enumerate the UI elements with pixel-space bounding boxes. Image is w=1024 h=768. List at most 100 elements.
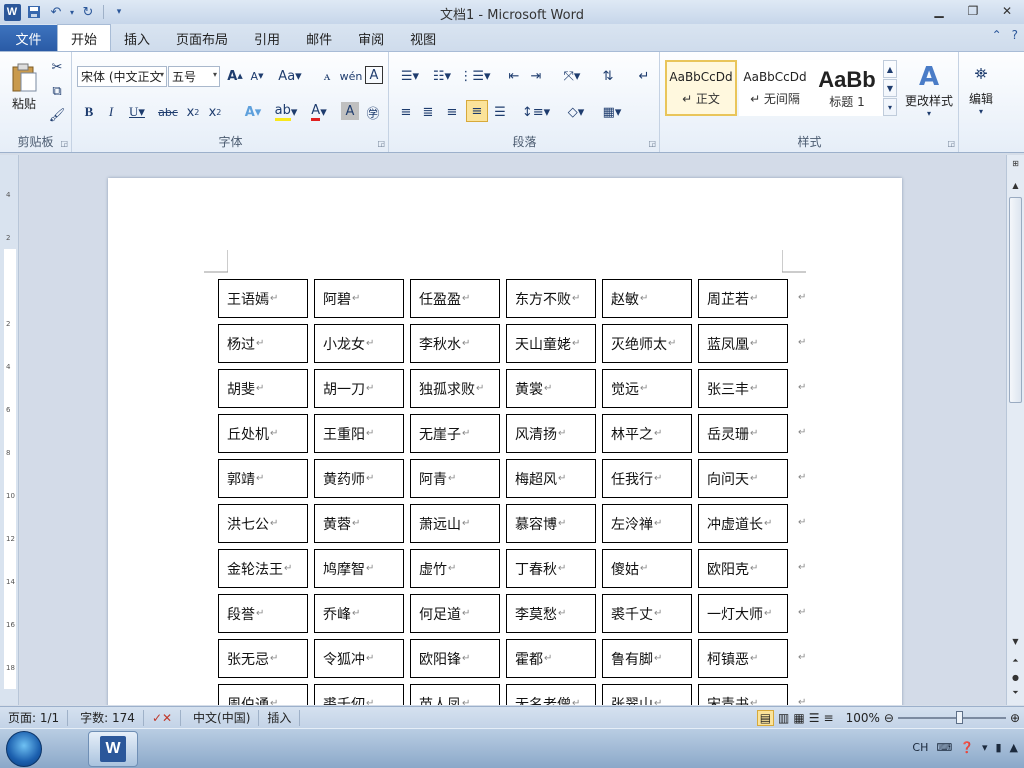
borders-icon[interactable]: ▦▾ <box>598 102 626 122</box>
paste-button[interactable]: 粘贴 <box>4 56 44 118</box>
table-cell[interactable]: 鲁有脚 ↵ <box>602 639 692 678</box>
page-count[interactable]: 页面: 1/1 <box>0 709 69 726</box>
outline-view-icon[interactable]: ☰ <box>809 711 820 725</box>
table-cell[interactable]: 无名老僧 ↵ <box>506 684 596 705</box>
format-painter-icon[interactable]: 🖌 <box>48 106 66 124</box>
sort-icon[interactable]: ⇅ <box>598 66 618 86</box>
language-indicator[interactable]: 中文(中国) <box>181 709 260 726</box>
shrink-font-icon[interactable]: A ▼ <box>247 66 267 86</box>
zoom-slider-thumb[interactable] <box>955 711 963 724</box>
tab-page-layout[interactable]: 页面布局 <box>163 25 241 51</box>
table-cell[interactable]: 阿碧 ↵ <box>314 279 404 318</box>
bullets-icon[interactable]: ☰▾ <box>396 66 424 86</box>
table-cell[interactable]: 觉远 ↵ <box>602 369 692 408</box>
table-cell[interactable]: 任我行 ↵ <box>602 459 692 498</box>
table-cell[interactable]: 宋青书 ↵ <box>698 684 788 705</box>
table-cell[interactable]: 丁春秋 ↵ <box>506 549 596 588</box>
justify-icon[interactable]: ≡ <box>466 100 488 122</box>
paragraph-launcher-icon[interactable]: ◲ <box>648 139 656 148</box>
zoom-level[interactable]: 100% <box>846 711 880 725</box>
table-cell[interactable]: 王重阳 ↵ <box>314 414 404 453</box>
table-cell[interactable]: 李秋水 ↵ <box>410 324 500 363</box>
table-cell[interactable]: 萧远山 ↵ <box>410 504 500 543</box>
insert-mode[interactable]: 插入 <box>259 709 301 726</box>
table-cell[interactable]: 丘处机 ↵ <box>218 414 308 453</box>
show-hidden-icons[interactable]: ▲ <box>1010 741 1018 754</box>
table-cell[interactable]: 周芷若 ↵ <box>698 279 788 318</box>
increase-indent-icon[interactable]: ⇥ <box>526 66 546 86</box>
table-cell[interactable]: 张无忌 ↵ <box>218 639 308 678</box>
document-page[interactable]: 王语嫣 ↵ 阿碧 ↵ 任盈盈 ↵ 东方不败 ↵ 赵敏 ↵ 周芷若 ↵ 杨过 ↵ 小龙女 ↵ 李秋水 ↵ 天山童姥 ↵ 灭… <box>108 178 902 705</box>
table-cell[interactable]: 胡斐 ↵ <box>218 369 308 408</box>
superscript-icon[interactable]: x2 <box>205 102 225 122</box>
table-cell[interactable]: 灭绝师太 ↵ <box>602 324 692 363</box>
table-cell[interactable]: 冲虚道长 ↵ <box>698 504 788 543</box>
font-launcher-icon[interactable]: ◲ <box>377 139 385 148</box>
redo-icon[interactable]: ↻ <box>78 2 98 22</box>
grow-font-icon[interactable]: A ▲ <box>225 66 245 86</box>
table-cell[interactable]: 黄裳 ↵ <box>506 369 596 408</box>
close-icon[interactable]: ✕ <box>990 0 1024 22</box>
table-cell[interactable]: 梅超风 ↵ <box>506 459 596 498</box>
table-cell[interactable]: 风清扬 ↵ <box>506 414 596 453</box>
character-shading-icon[interactable]: A <box>341 102 359 120</box>
table-cell[interactable]: 左泠禅 ↵ <box>602 504 692 543</box>
strikethrough-icon[interactable]: abc <box>157 102 179 122</box>
scroll-down-icon[interactable]: ▼ <box>1007 633 1024 649</box>
table-cell[interactable]: 王语嫣 ↵ <box>218 279 308 318</box>
styles-more-icon[interactable]: ▾ <box>883 98 897 116</box>
table-cell[interactable]: 鸠摩智 ↵ <box>314 549 404 588</box>
scroll-thumb[interactable] <box>1009 197 1022 403</box>
table-cell[interactable]: 阿青 ↵ <box>410 459 500 498</box>
proofing-icon[interactable]: ✓✕ <box>144 709 182 726</box>
numbering-icon[interactable]: ☷▾ <box>428 66 456 86</box>
table-cell[interactable]: 柯镇恶 ↵ <box>698 639 788 678</box>
tab-home[interactable]: 开始 <box>57 24 112 51</box>
enclose-characters-icon[interactable]: ㊫ <box>363 102 383 122</box>
tab-review[interactable]: 审阅 <box>345 25 397 51</box>
table-cell[interactable]: 慕容博 ↵ <box>506 504 596 543</box>
show-marks-icon[interactable]: ↵ <box>634 66 654 86</box>
table-cell[interactable]: 欧阳锋 ↵ <box>410 639 500 678</box>
align-center-icon[interactable]: ≣ <box>418 102 438 122</box>
network-icon[interactable]: ▮ <box>995 741 1001 754</box>
table-cell[interactable]: 黄药师 ↵ <box>314 459 404 498</box>
table-cell[interactable]: 张翠山 ↵ <box>602 684 692 705</box>
draft-view-icon[interactable]: ≡ <box>824 711 834 725</box>
table-cell[interactable]: 张三丰 ↵ <box>698 369 788 408</box>
table-cell[interactable]: 无崖子 ↵ <box>410 414 500 453</box>
table-cell[interactable]: 傻姑 ↵ <box>602 549 692 588</box>
character-border-icon[interactable]: A <box>365 66 383 84</box>
font-name-combo[interactable]: 宋体 (中文正文 ▾ <box>77 66 167 87</box>
styles-scroll-up-icon[interactable]: ▲ <box>883 60 897 78</box>
subscript-icon[interactable]: x2 <box>183 102 203 122</box>
editing-button[interactable]: ⛯ 编辑 ▾ <box>964 56 998 124</box>
zoom-out-icon[interactable]: ⊖ <box>884 711 894 725</box>
table-cell[interactable]: 东方不败 ↵ <box>506 279 596 318</box>
table-cell[interactable]: 段誉 ↵ <box>218 594 308 633</box>
table-cell[interactable]: 天山童姥 ↵ <box>506 324 596 363</box>
table-cell[interactable]: 苗人凤 ↵ <box>410 684 500 705</box>
word-count[interactable]: 字数: 174 <box>68 709 144 726</box>
taskbar-word-button[interactable]: W <box>88 731 138 767</box>
keyboard-icon[interactable]: ⌨ <box>936 741 952 754</box>
table-cell[interactable]: 蓝凤凰 ↵ <box>698 324 788 363</box>
table-cell[interactable]: 胡一刀 ↵ <box>314 369 404 408</box>
minimize-ribbon-icon[interactable]: ⌃ <box>992 28 1002 42</box>
zoom-slider[interactable] <box>897 711 1006 724</box>
next-page-icon[interactable]: ⏷ <box>1007 685 1024 701</box>
clipboard-launcher-icon[interactable]: ◲ <box>60 139 68 148</box>
underline-icon[interactable]: U▾ <box>123 102 151 122</box>
table-cell[interactable]: 向问天 ↵ <box>698 459 788 498</box>
table-cell[interactable]: 一灯大师 ↵ <box>698 594 788 633</box>
select-browse-object-icon[interactable]: ● <box>1007 669 1024 685</box>
table-cell[interactable]: 独孤求败 ↵ <box>410 369 500 408</box>
customize-qat-icon[interactable]: ▾ <box>109 2 129 22</box>
change-styles-button[interactable]: A 更改样式 ▾ <box>901 56 957 124</box>
font-size-combo[interactable]: 五号 ▾ <box>168 66 220 87</box>
start-button[interactable] <box>6 731 42 767</box>
tab-view[interactable]: 视图 <box>397 25 449 51</box>
highlight-icon[interactable]: ab ▾ <box>271 102 301 122</box>
scroll-up-icon[interactable]: ▲ <box>1007 177 1024 193</box>
table-cell[interactable]: 李莫愁 ↵ <box>506 594 596 633</box>
